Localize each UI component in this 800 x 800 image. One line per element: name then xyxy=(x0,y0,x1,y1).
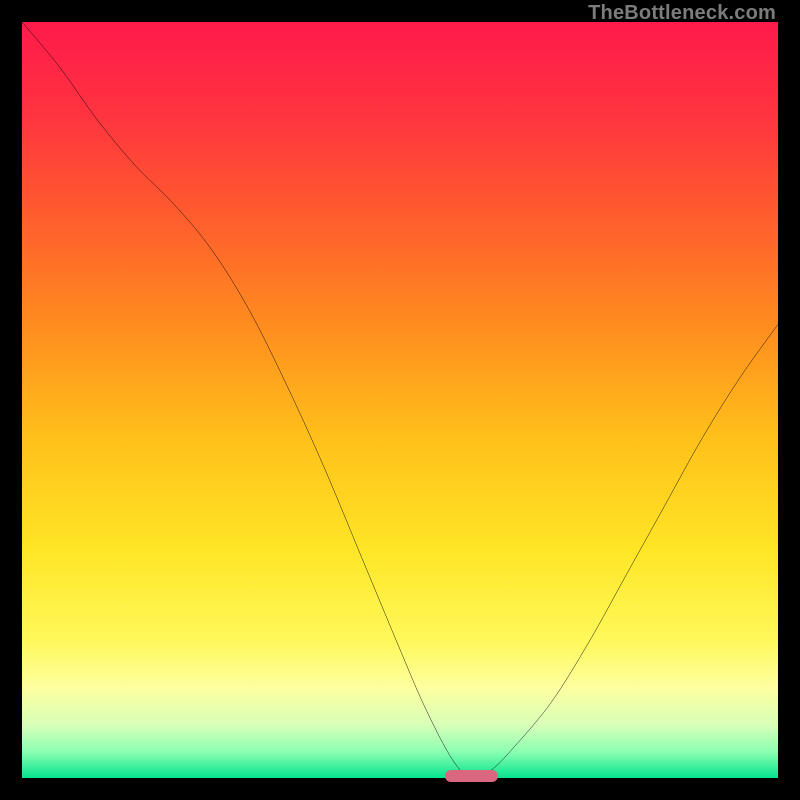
optimum-marker xyxy=(445,770,498,782)
plot-area xyxy=(22,22,778,778)
watermark-text: TheBottleneck.com xyxy=(588,2,776,25)
bottleneck-curve xyxy=(22,22,778,778)
chart-frame: TheBottleneck.com xyxy=(0,0,800,800)
